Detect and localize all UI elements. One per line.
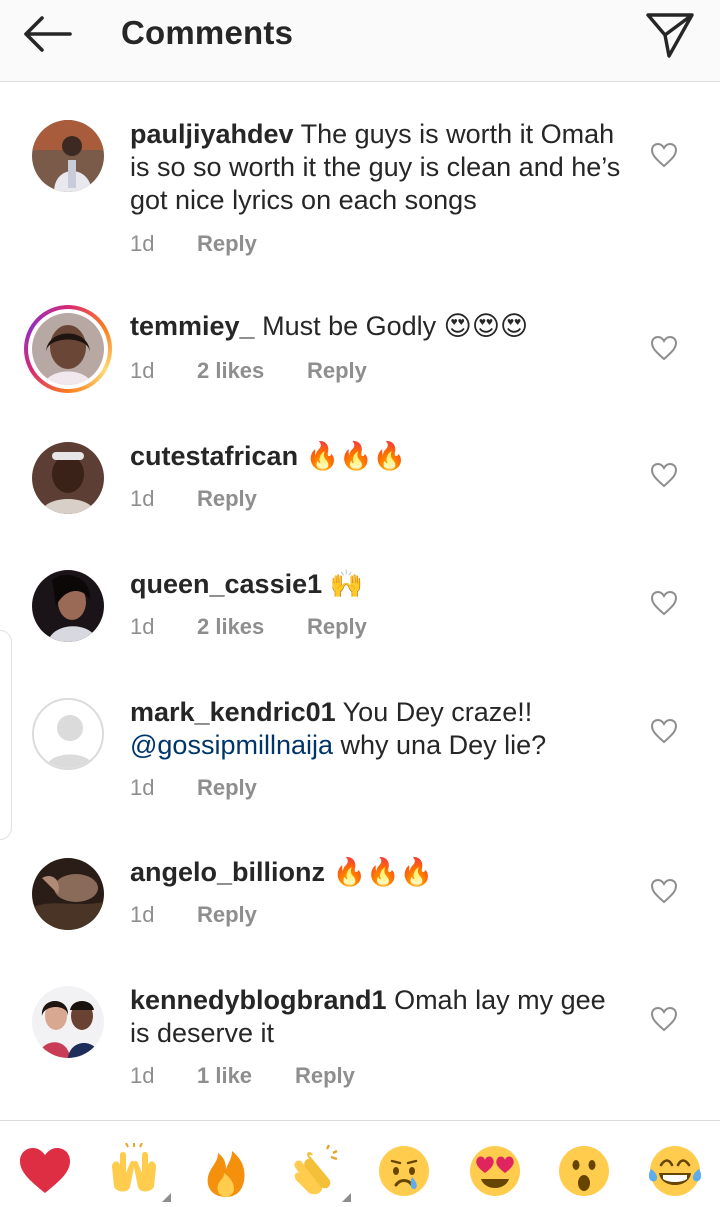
reply-button[interactable]: Reply xyxy=(307,614,367,640)
paper-plane-icon xyxy=(646,13,694,58)
emoji-heart-eyes-button[interactable] xyxy=(467,1143,523,1199)
comment-text: cutestafrican 🔥🔥🔥 xyxy=(130,440,630,473)
avatar[interactable] xyxy=(32,986,104,1058)
page-title: Comments xyxy=(121,14,294,51)
avatar[interactable] xyxy=(32,442,104,514)
mention-link[interactable]: @gossipmillnaija xyxy=(130,730,333,760)
comment-username[interactable]: angelo_billionz xyxy=(130,857,325,887)
heart-outline-icon xyxy=(650,335,678,361)
comment-body: 🔥🔥🔥 xyxy=(332,857,434,887)
like-button[interactable] xyxy=(650,335,678,361)
heart-outline-icon xyxy=(650,142,678,168)
comment-text: temmiey_ Must be Godly 😍😍😍 xyxy=(130,310,630,343)
likes-count[interactable]: 1 like xyxy=(197,1063,252,1089)
like-button[interactable] xyxy=(650,718,678,744)
emoji-surprised-face-button[interactable] xyxy=(556,1143,612,1199)
like-button[interactable] xyxy=(650,462,678,488)
comment-text: mark_kendric01 You Dey craze!! @gossipmi… xyxy=(130,696,630,762)
emoji-tears-of-joy-button[interactable] xyxy=(647,1143,703,1199)
heart-outline-icon xyxy=(650,718,678,744)
reply-button[interactable]: Reply xyxy=(295,1063,355,1089)
reply-button[interactable]: Reply xyxy=(197,486,257,512)
raising-hands-icon xyxy=(112,1143,156,1192)
header-bar: Comments xyxy=(0,0,720,82)
back-button[interactable] xyxy=(18,12,78,56)
like-button[interactable] xyxy=(650,142,678,168)
edge-pull-tab[interactable] xyxy=(0,630,12,840)
tears-of-joy-icon xyxy=(648,1146,702,1196)
comment-body: 🔥🔥🔥 xyxy=(305,441,407,471)
comment-text: queen_cassie1 🙌 xyxy=(130,568,630,601)
clapping-hands-icon xyxy=(294,1144,338,1195)
comment-time: 1d xyxy=(130,1063,155,1088)
emoji-fire-button[interactable] xyxy=(198,1143,254,1199)
comment-username[interactable]: cutestafrican xyxy=(130,441,298,471)
likes-count[interactable]: 2 likes xyxy=(197,358,264,384)
comment-username[interactable]: pauljiyahdev xyxy=(130,119,294,149)
comment-text: angelo_billionz 🔥🔥🔥 xyxy=(130,856,630,889)
arrow-left-icon xyxy=(24,16,72,52)
like-button[interactable] xyxy=(650,878,678,904)
red-heart-icon xyxy=(20,1148,70,1193)
comment-body: Must be Godly 😍😍😍 xyxy=(262,311,529,341)
heart-outline-icon xyxy=(650,878,678,904)
comment-time: 1d xyxy=(130,358,155,383)
comment-username[interactable]: temmiey_ xyxy=(130,311,255,341)
comment-time: 1d xyxy=(130,486,155,511)
story-ring[interactable] xyxy=(24,305,112,393)
reply-button[interactable]: Reply xyxy=(307,358,367,384)
likes-count[interactable]: 2 likes xyxy=(197,614,264,640)
emoji-reaction-bar xyxy=(0,1120,720,1207)
crying-face-icon xyxy=(379,1146,429,1196)
avatar xyxy=(32,313,104,385)
comment-username[interactable]: kennedyblogbrand1 xyxy=(130,985,387,1015)
heart-outline-icon xyxy=(650,590,678,616)
comment-body: You Dey craze!! xyxy=(342,697,533,727)
surprised-face-icon xyxy=(559,1146,609,1196)
comment-body-continued: why una Dey lie? xyxy=(340,730,547,760)
comment-time: 1d xyxy=(130,231,155,256)
comment-time: 1d xyxy=(130,614,155,639)
reply-button[interactable]: Reply xyxy=(197,231,257,257)
like-button[interactable] xyxy=(650,590,678,616)
heart-eyes-icon xyxy=(470,1146,520,1196)
comment-time: 1d xyxy=(130,775,155,800)
comment-time: 1d xyxy=(130,902,155,927)
comment-username[interactable]: mark_kendric01 xyxy=(130,697,336,727)
heart-outline-icon xyxy=(650,462,678,488)
emoji-crying-face-button[interactable] xyxy=(376,1143,432,1199)
comment-text: kennedyblogbrand1 Omah lay my gee is des… xyxy=(130,984,630,1050)
emoji-clapping-hands-button[interactable] xyxy=(287,1143,343,1199)
fire-icon xyxy=(207,1151,245,1197)
reply-button[interactable]: Reply xyxy=(197,902,257,928)
comment-text: pauljiyahdev The guys is worth it Omah i… xyxy=(130,118,630,217)
heart-outline-icon xyxy=(650,1006,678,1032)
emoji-raising-hands-button[interactable] xyxy=(106,1143,162,1199)
avatar[interactable] xyxy=(32,858,104,930)
avatar[interactable] xyxy=(32,120,104,192)
share-button[interactable] xyxy=(642,10,698,58)
reply-button[interactable]: Reply xyxy=(197,775,257,801)
like-button[interactable] xyxy=(650,1006,678,1032)
avatar[interactable] xyxy=(32,698,104,770)
comment-username[interactable]: queen_cassie1 xyxy=(130,569,322,599)
emoji-red-heart-button[interactable] xyxy=(17,1143,73,1199)
comment-body: 🙌 xyxy=(329,569,364,599)
avatar[interactable] xyxy=(32,570,104,642)
